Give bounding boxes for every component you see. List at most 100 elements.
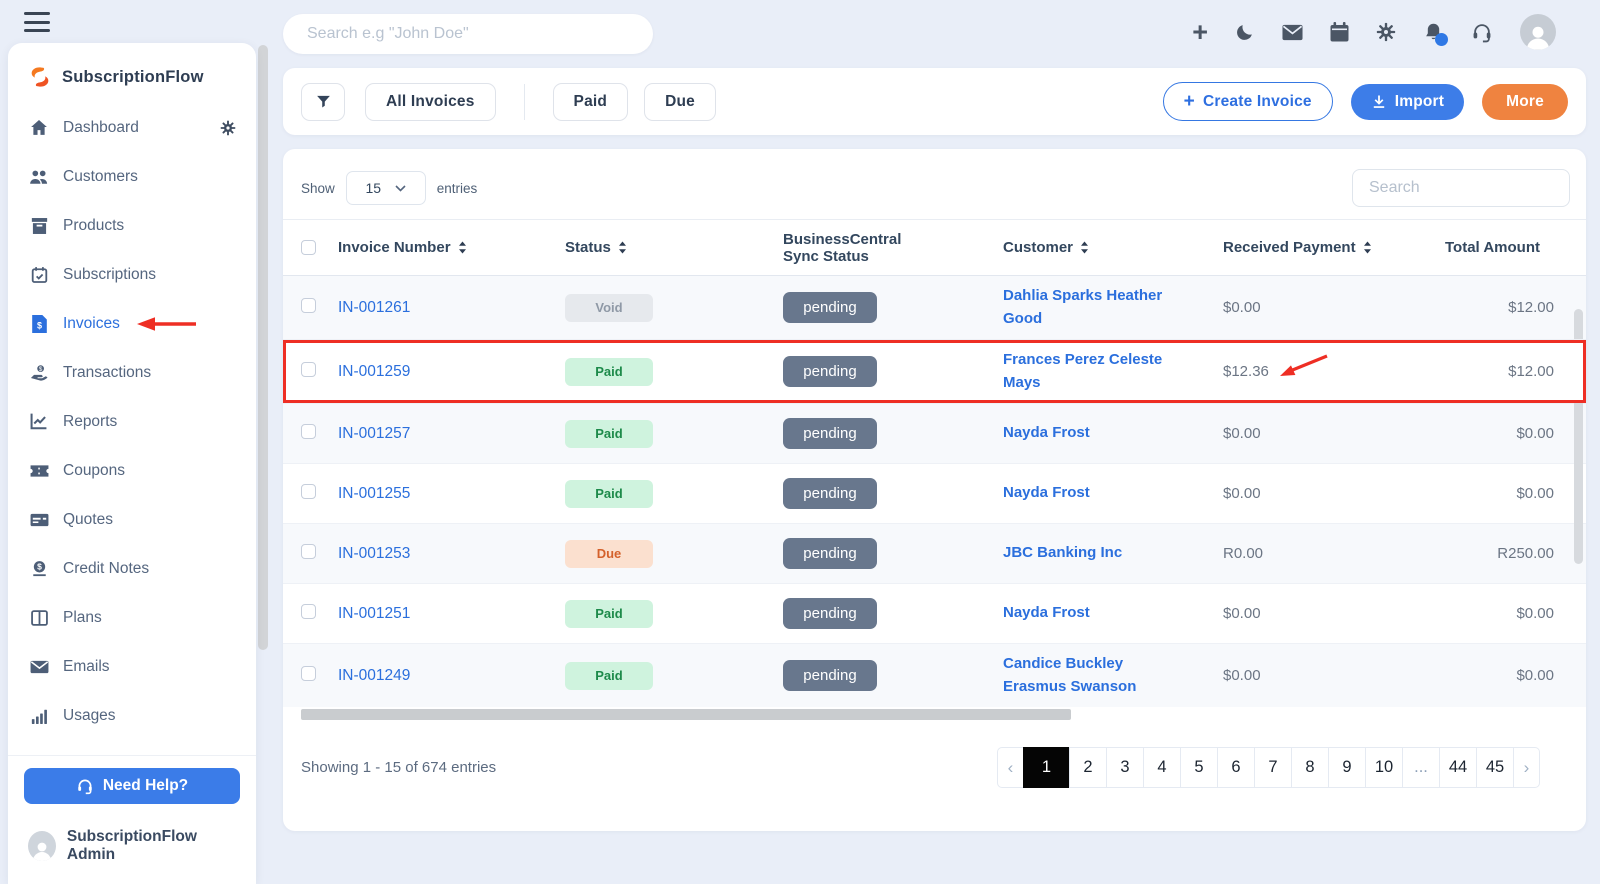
pagination-page-8[interactable]: 8 [1291,747,1329,788]
customer-link[interactable]: Nayda Frost [1003,602,1128,625]
sidebar-item-dashboard[interactable]: Dashboard [8,103,256,152]
pagination-page-3[interactable]: 3 [1106,747,1144,788]
filter-button[interactable] [301,82,345,121]
pagination-prev-button[interactable]: ‹ [997,747,1024,788]
customer-link[interactable]: Candice Buckley Erasmus Swanson [1003,653,1223,698]
sidebar-item-invoices[interactable]: $ Invoices [8,299,256,348]
bell-icon[interactable] [1423,21,1448,46]
row-checkbox[interactable] [301,665,316,681]
pagination-page-6[interactable]: 6 [1217,747,1255,788]
pagination-page-44[interactable]: 44 [1439,747,1477,788]
sidebar-item-quotes[interactable]: Quotes [8,495,256,544]
sidebar-item-subscriptions[interactable]: Subscriptions [8,250,256,299]
brand-name: SubscriptionFlow [62,67,204,86]
sort-icon[interactable] [458,241,467,254]
invoices-table-card: Show 15 entries Invoice NumberStatusBusi… [283,149,1586,831]
pagination-page-45[interactable]: 45 [1476,747,1514,788]
home-icon [28,119,50,136]
row-checkbox[interactable] [301,423,316,439]
admin-name: SubscriptionFlow Admin [66,828,197,863]
invoice-number-link[interactable]: IN-001257 [338,425,410,442]
global-search-input[interactable] [283,14,653,54]
pagination-page-9[interactable]: 9 [1328,747,1366,788]
received-payment-value: $0.00 [1223,299,1261,316]
moon-icon[interactable] [1235,22,1255,42]
invoice-number-link[interactable]: IN-001261 [338,299,410,316]
pagination-page-2[interactable]: 2 [1069,747,1107,788]
table-row: IN-001251 Paid pending Nayda Frost $0.00… [283,583,1586,643]
sidebar-item-credit-notes[interactable]: $ Credit Notes [8,544,256,593]
gear-icon[interactable] [1376,22,1396,42]
pagination-page-4[interactable]: 4 [1143,747,1181,788]
sidebar-nav: Dashboard Customers Products Subscriptio… [8,103,256,740]
plus-icon[interactable]: + [1192,17,1208,48]
more-button[interactable]: More [1482,83,1568,120]
filter-paid-button[interactable]: Paid [552,82,629,121]
subscriptions-icon [28,266,50,284]
table-body: IN-001261 Void pending Dahlia Sparks Hea… [283,276,1586,707]
sort-icon[interactable] [618,241,627,254]
page-size-select[interactable]: 15 [345,171,426,205]
admin-avatar [28,831,56,861]
select-all-checkbox[interactable] [301,240,316,255]
sidebar-item-usages[interactable]: Usages [8,691,256,740]
pagination-ellipsis[interactable]: ... [1402,747,1440,788]
row-checkbox[interactable] [301,603,316,619]
sync-status-badge: pending [783,660,877,691]
sync-status-badge: pending [783,538,877,569]
create-invoice-button[interactable]: + Create Invoice [1162,82,1333,121]
calendar-icon[interactable] [1330,22,1349,42]
sidebar-item-coupons[interactable]: Coupons [8,446,256,495]
reports-icon [28,413,50,430]
customer-link[interactable]: Nayda Frost [1003,482,1128,505]
row-checkbox[interactable] [301,543,316,559]
row-checkbox[interactable] [301,483,316,499]
table-row: IN-001253 Due pending JBC Banking Inc R0… [283,523,1586,583]
horizontal-scrollbar[interactable] [301,709,1071,720]
customer-link[interactable]: Dahlia Sparks Heather Good [1003,285,1223,330]
sort-icon[interactable] [1080,241,1089,254]
table-row: IN-001259 Paid pending Frances Perez Cel… [283,339,1586,403]
row-checkbox[interactable] [301,297,316,313]
pagination-page-1[interactable]: 1 [1023,747,1070,788]
sidebar-item-transactions[interactable]: $ Transactions [8,348,256,397]
customer-link[interactable]: Nayda Frost [1003,422,1128,445]
pagination-page-10[interactable]: 10 [1365,747,1403,788]
pagination-page-5[interactable]: 5 [1180,747,1218,788]
invoice-number-link[interactable]: IN-001249 [338,667,410,684]
customer-link[interactable]: Frances Perez Celeste Mays [1003,349,1223,394]
pagination-page-7[interactable]: 7 [1254,747,1292,788]
need-help-button[interactable]: Need Help? [24,768,240,804]
pagination-next-button[interactable]: › [1513,747,1540,788]
sort-icon[interactable] [1363,241,1372,254]
table-row: IN-001249 Paid pending Candice Buckley E… [283,643,1586,707]
dashboard-settings-gear-icon[interactable] [220,120,236,136]
invoice-number-link[interactable]: IN-001259 [338,363,410,380]
table-search-input[interactable] [1352,169,1570,207]
invoice-number-link[interactable]: IN-001255 [338,485,410,502]
filter-all-invoices-button[interactable]: All Invoices [365,82,496,121]
status-badge: Due [565,539,653,568]
mail-icon[interactable] [1282,24,1303,41]
received-payment-value: R0.00 [1223,545,1264,562]
customer-link[interactable]: JBC Banking Inc [1003,542,1160,565]
user-avatar[interactable] [1520,14,1556,50]
sidebar-scrollbar[interactable] [258,45,268,650]
svg-text:$: $ [38,366,42,373]
import-button[interactable]: Import [1350,83,1465,120]
sidebar-item-reports[interactable]: Reports [8,397,256,446]
support-icon[interactable] [1471,21,1493,43]
invoice-number-link[interactable]: IN-001251 [338,605,410,622]
hamburger-menu-icon[interactable] [24,12,50,32]
filter-due-button[interactable]: Due [644,82,716,121]
sidebar-item-products[interactable]: Products [8,201,256,250]
sidebar-item-plans[interactable]: Plans [8,593,256,642]
admin-profile[interactable]: SubscriptionFlow Admin [28,828,236,864]
invoices-toolbar: All Invoices Paid Due + Create Invoice I… [283,68,1586,135]
status-badge: Paid [565,419,653,448]
invoice-number-link[interactable]: IN-001253 [338,545,410,562]
main-content: All Invoices Paid Due + Create Invoice I… [283,68,1586,831]
sidebar-item-emails[interactable]: Emails [8,642,256,691]
sidebar-item-customers[interactable]: Customers [8,152,256,201]
row-checkbox[interactable] [301,361,316,377]
